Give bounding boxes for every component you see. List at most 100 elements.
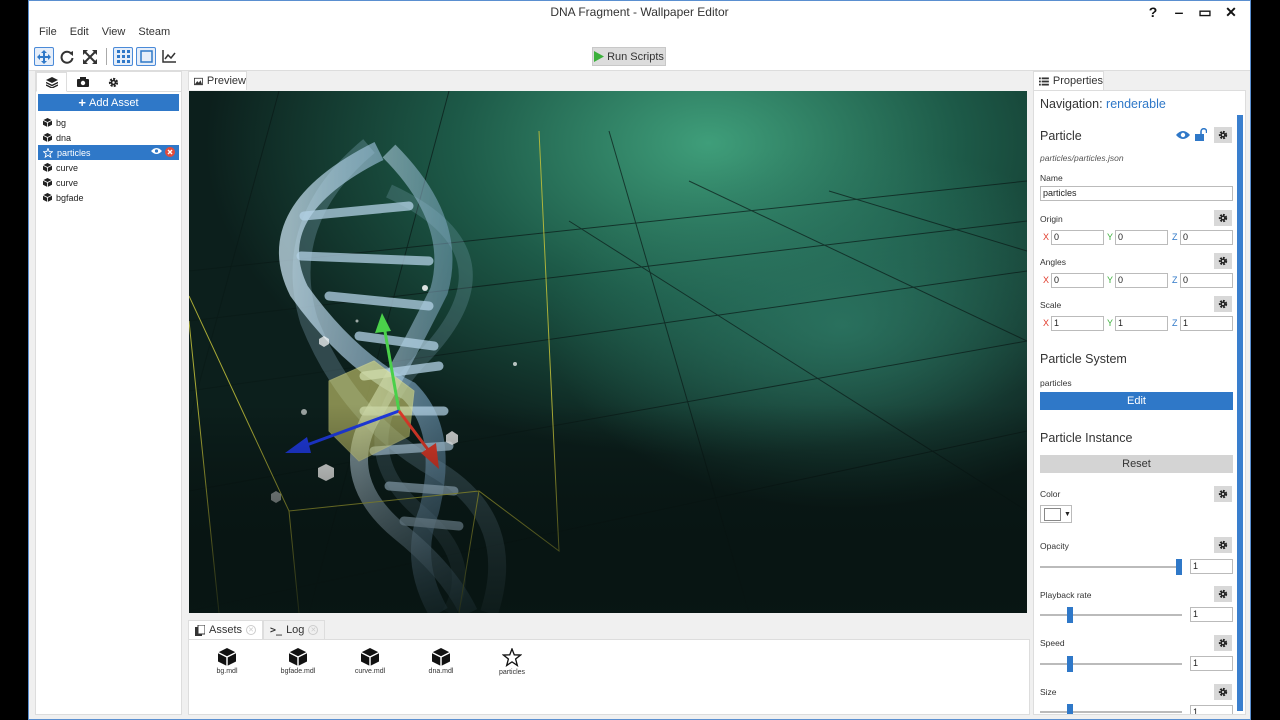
properties-scrollbar[interactable]	[1237, 115, 1243, 711]
help-button[interactable]: ?	[1140, 1, 1166, 23]
speed-slider-knob[interactable]	[1067, 656, 1073, 672]
close-tab-icon[interactable]: ✕	[308, 625, 319, 635]
asset-item[interactable]: bgfade.mdl	[268, 648, 328, 675]
reset-button[interactable]: Reset	[1040, 455, 1233, 473]
asset-item[interactable]: particles	[482, 648, 542, 676]
list-item[interactable]: bgfade	[38, 190, 179, 205]
asset-item[interactable]: curve.mdl	[340, 648, 400, 675]
navigation-link[interactable]: renderable	[1106, 97, 1166, 111]
color-swatch	[1044, 507, 1061, 521]
asset-label: bg.mdl	[216, 668, 238, 675]
files-icon	[195, 624, 205, 636]
color-picker[interactable]: ▼	[1040, 505, 1072, 523]
minimize-button[interactable]: ‒	[1166, 1, 1192, 23]
tab-properties[interactable]: Properties	[1033, 71, 1104, 90]
cube-icon	[218, 648, 236, 666]
toolbar: Run Scripts	[29, 41, 1250, 71]
angles-y-field[interactable]: 0	[1115, 273, 1168, 288]
scale-y-field[interactable]: 1	[1115, 316, 1168, 331]
speed-slider[interactable]	[1040, 656, 1182, 672]
size-slider-knob[interactable]	[1067, 704, 1073, 714]
playback-rate-field[interactable]: 1	[1190, 607, 1233, 622]
origin-settings-button[interactable]	[1214, 210, 1232, 226]
origin-x-field[interactable]: 0	[1051, 230, 1104, 245]
gear-icon	[1218, 299, 1228, 309]
y-axis-label: Y	[1107, 232, 1114, 242]
menu-view[interactable]: View	[102, 23, 126, 41]
cube-icon	[43, 193, 52, 202]
graph-toggle-button[interactable]	[159, 47, 179, 66]
tab-layers[interactable]	[36, 72, 67, 92]
delete-icon[interactable]	[165, 147, 175, 157]
color-settings-button[interactable]	[1214, 486, 1232, 502]
size-settings-button[interactable]	[1214, 684, 1232, 700]
angles-x-field[interactable]: 0	[1051, 273, 1104, 288]
menu-file[interactable]: File	[39, 23, 57, 41]
bounds-toggle-button[interactable]	[136, 47, 156, 66]
list-item[interactable]: dna	[38, 130, 179, 145]
size-slider[interactable]	[1040, 704, 1182, 714]
scale-x-field[interactable]: 1	[1051, 316, 1104, 331]
list-item-selected[interactable]: particles	[38, 145, 179, 160]
square-icon	[139, 50, 153, 63]
menu-steam[interactable]: Steam	[138, 23, 170, 41]
unlock-icon[interactable]	[1195, 128, 1207, 141]
grid-toggle-button[interactable]	[113, 47, 133, 66]
tab-settings[interactable]	[98, 72, 129, 92]
scale-settings-button[interactable]	[1214, 296, 1232, 312]
list-icon	[1039, 76, 1049, 86]
run-scripts-button[interactable]: Run Scripts	[592, 47, 666, 66]
edit-button[interactable]: Edit	[1040, 392, 1233, 410]
opacity-slider[interactable]	[1040, 559, 1182, 575]
scale-tool-button[interactable]	[80, 47, 100, 66]
tab-camera[interactable]	[67, 72, 98, 92]
tab-preview[interactable]: Preview	[188, 71, 247, 90]
play-icon	[594, 51, 605, 62]
angles-settings-button[interactable]	[1214, 253, 1232, 269]
asset-label: curve.mdl	[354, 668, 386, 675]
particle-settings-button[interactable]	[1214, 127, 1232, 143]
gear-icon	[108, 77, 119, 87]
speed-settings-button[interactable]	[1214, 635, 1232, 651]
opacity-field[interactable]: 1	[1190, 559, 1233, 574]
list-item[interactable]: curve	[38, 175, 179, 190]
name-field[interactable]: particles	[1040, 186, 1233, 201]
maximize-button[interactable]: ▭	[1192, 1, 1218, 23]
playback-rate-slider[interactable]	[1040, 607, 1182, 623]
angles-z-field[interactable]: 0	[1180, 273, 1233, 288]
close-tab-icon[interactable]: ✕	[246, 625, 257, 635]
tab-log[interactable]: >_ Log ✕	[263, 620, 326, 639]
eye-icon[interactable]	[151, 147, 162, 155]
speed-field[interactable]: 1	[1190, 656, 1233, 671]
move-tool-button[interactable]	[34, 47, 54, 66]
eye-icon[interactable]	[1176, 130, 1190, 140]
asset-item[interactable]: bg.mdl	[197, 648, 257, 675]
menu-edit[interactable]: Edit	[70, 23, 89, 41]
scale-z-field[interactable]: 1	[1180, 316, 1233, 331]
playback-rate-slider-knob[interactable]	[1067, 607, 1073, 623]
list-item[interactable]: curve	[38, 160, 179, 175]
size-field[interactable]: 1	[1190, 705, 1233, 714]
cube-icon	[43, 178, 52, 187]
cube-icon	[43, 163, 52, 172]
close-button[interactable]: ✕	[1218, 1, 1244, 23]
origin-z-field[interactable]: 0	[1180, 230, 1233, 245]
layers-icon	[45, 76, 58, 88]
opacity-slider-knob[interactable]	[1176, 559, 1182, 575]
origin-y-field[interactable]: 0	[1115, 230, 1168, 245]
opacity-settings-button[interactable]	[1214, 537, 1232, 553]
gear-icon	[1218, 589, 1228, 599]
size-label: Size	[1040, 687, 1057, 697]
tab-assets[interactable]: Assets ✕	[188, 620, 264, 639]
list-item[interactable]: bg	[38, 115, 179, 130]
add-asset-button[interactable]: + Add Asset	[38, 94, 179, 111]
z-axis-label: Z	[1172, 232, 1178, 242]
rotate-tool-button[interactable]	[57, 47, 77, 66]
preview-viewport[interactable]	[189, 91, 1027, 613]
origin-label: Origin	[1040, 214, 1063, 224]
properties-panel: Navigation: renderable Particle particle…	[1033, 90, 1246, 715]
rotate-icon	[60, 50, 74, 64]
list-item-label: curve	[56, 162, 79, 173]
asset-item[interactable]: dna.mdl	[411, 648, 471, 675]
playback-rate-settings-button[interactable]	[1214, 586, 1232, 602]
